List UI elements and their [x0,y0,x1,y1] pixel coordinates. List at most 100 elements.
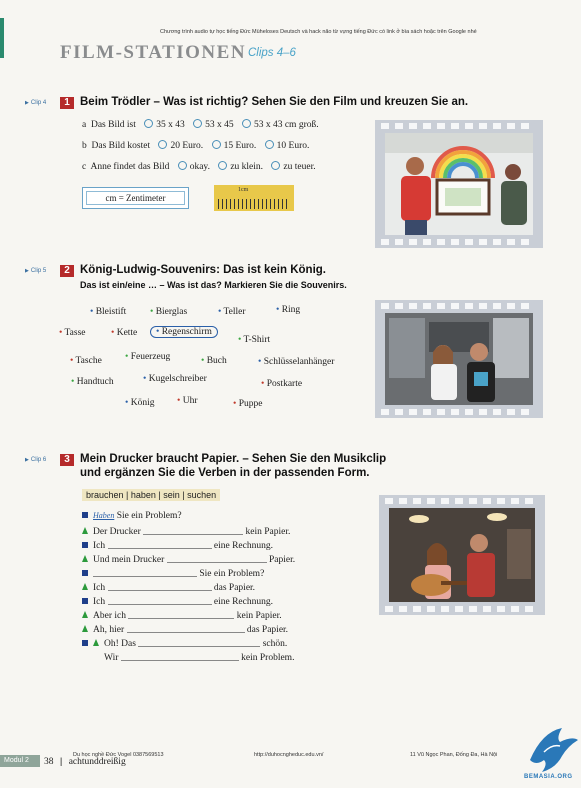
souvenir-word[interactable]: • Postkarte [261,379,302,389]
souvenir-word[interactable]: • Tasse [59,328,86,338]
exercise-heading: Beim Trödler – Was ist richtig? Sehen Si… [80,96,469,108]
souvenir-word[interactable]: • Ring [276,305,300,315]
option-label: zu teuer. [283,162,316,172]
triangle-marker [82,625,88,632]
checkbox-option[interactable] [211,140,221,149]
checkbox-option[interactable] [264,140,274,149]
souvenir-word[interactable]: • Feuerzeug [125,352,170,362]
exercise-heading: König-Ludwig-Souvenirs: Das ist kein Kön… [80,264,326,276]
dialog-line: Ich das Papier. [82,581,255,593]
answer-blank[interactable] [107,581,212,591]
question-text: Anne findet das Bild [90,162,170,172]
answer-blank[interactable] [107,539,212,549]
page-edge-bar [0,18,4,58]
photo-painting-scene [375,120,543,248]
souvenir-word[interactable]: • Buch [201,356,227,366]
answer-blank[interactable] [107,595,212,605]
souvenir-word[interactable]: • Uhr [177,396,197,406]
line-text: Sie ein Problem? [116,511,182,521]
cm-note-box: cm = Zentimeter [82,187,189,209]
question-text: Das Bild kostet [91,141,151,151]
exercise-subheading: Das ist ein/eine … – Was ist das? Markie… [80,280,347,290]
souvenir-word[interactable]: • Bleistift [90,307,126,317]
question-c: c Anne findet das Bild okay. zu klein. z… [82,161,316,172]
dialog-line: Haben Sie ein Problem? [82,511,182,521]
answer-blank[interactable] [120,651,239,661]
triangle-marker [82,611,88,618]
souvenir-word[interactable]: • Puppe [233,399,262,409]
clip-label: Clip 4 [25,100,46,106]
question-text: Das Bild ist [90,120,136,130]
handwritten-answer: Haben [93,511,115,520]
souvenir-word[interactable]: • Kette [111,328,137,338]
question-letter: b [82,141,87,151]
answer-blank[interactable] [128,609,235,619]
option-label: 20 Euro. [170,141,204,151]
clips-range: Clips 4–6 [248,47,296,59]
option-label: okay. [189,162,210,172]
question-a: a Das Bild ist 35 x 43 53 x 45 53 x 43 c… [82,119,319,130]
square-marker [82,542,88,548]
page-number: 38 [44,757,54,767]
checkbox-option[interactable] [177,161,187,170]
question-letter: c [82,162,87,172]
answer-blank[interactable] [93,567,197,577]
dialog-line: Ah, hier das Papier. [82,623,288,635]
dialog-line: Aber ich kein Papier. [82,609,282,621]
question-b: b Das Bild kostet 20 Euro. 15 Euro. 10 E… [82,140,309,151]
separator: | [59,756,63,767]
page-title: FILM-STATIONEN [60,42,247,63]
checkbox-option[interactable] [144,119,154,128]
option-label: zu klein. [230,162,264,172]
option-label: 35 x 43 [156,120,185,130]
checkbox-option[interactable] [158,140,168,149]
souvenir-word[interactable]: • Tasche [70,356,102,366]
exercise-number: 3 [60,454,74,466]
ruler-image: 1cm [214,185,294,211]
exercise-heading: Mein Drucker braucht Papier. – Sehen Sie… [80,453,387,465]
souvenir-word[interactable]: • König [125,398,154,408]
souvenir-word[interactable]: • Handtuch [71,377,114,387]
question-suffix: cm groß. [284,120,319,130]
exercise-number: 1 [60,97,74,109]
bird-logo-icon [530,728,578,772]
option-label: 10 Euro. [276,141,310,151]
checkbox-option[interactable] [271,161,281,170]
checkbox-option[interactable] [193,119,203,128]
souvenir-word[interactable]: • Teller [218,307,246,317]
triangle-marker [82,527,88,534]
souvenir-word[interactable]: • Kugelschreiber [143,374,207,384]
module-tab: Modul 2 [0,755,40,767]
triangle-marker [93,639,99,646]
option-label: 53 x 43 [253,120,283,130]
top-note: Chương trình audio tự học tiếng Đức Mühe… [160,29,477,35]
dialog-line: Und mein Drucker Papier. [82,553,295,565]
square-marker [82,570,88,576]
dialog-line: Ich eine Rechnung. [82,595,273,607]
souvenir-word[interactable]: • T-Shirt [238,335,270,345]
answer-blank[interactable] [126,623,245,633]
square-marker [82,598,88,604]
photo-music-clip [379,495,545,615]
souvenir-word[interactable]: • Bierglas [150,307,187,317]
souvenir-word-circled[interactable]: • Regenschirm [150,326,218,338]
dialog-line: Der Drucker kein Papier. [82,525,290,537]
souvenir-word[interactable]: • Schlüsselanhänger [258,357,334,367]
option-label: 53 x 45 [205,120,234,130]
dialog-line: Wir kein Problem. [104,651,295,663]
logo-text: BEMASIA.ORG [524,774,573,780]
checkbox-option[interactable] [241,119,251,128]
footer-address: 11 Vũ Ngọc Phan, Đống Đa, Hà Nội [410,752,498,758]
checkbox-option[interactable] [218,161,228,170]
exercise-number: 2 [60,265,74,277]
dialog-line: Sie ein Problem? [82,567,264,579]
film-strip-1 [375,120,543,248]
answer-blank[interactable] [138,637,261,647]
answer-blank[interactable] [166,553,267,563]
clip-label: Clip 5 [25,268,46,274]
footer-url[interactable]: http://duhocngheduc.edu.vn/ [254,752,323,758]
answer-blank[interactable] [143,525,244,535]
question-letter: a [82,120,87,130]
clip-label: Clip 6 [25,457,46,463]
dialog-line: Oh! Das schön. [82,637,287,649]
